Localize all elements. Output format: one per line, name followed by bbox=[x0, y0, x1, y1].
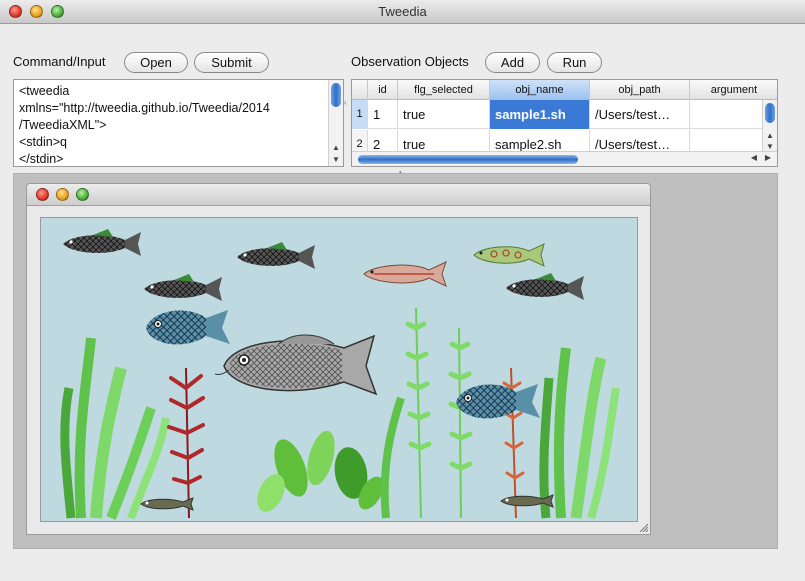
catfish-icon bbox=[140, 497, 194, 511]
table-header: id flg_selected obj_name obj_path argume… bbox=[352, 80, 777, 100]
dark-fish-icon bbox=[237, 242, 315, 269]
column-header-id[interactable]: id bbox=[368, 80, 398, 100]
green-plant-icon bbox=[257, 430, 384, 512]
dark-fish-icon bbox=[506, 273, 584, 300]
scroll-thumb[interactable] bbox=[358, 155, 578, 164]
title-bar: Tweedia bbox=[0, 0, 805, 24]
cell-obj-path[interactable]: /Users/test… bbox=[590, 100, 690, 129]
carp-icon bbox=[214, 334, 378, 396]
scroll-thumb[interactable] bbox=[765, 103, 775, 123]
text-line: <tweedia bbox=[19, 84, 70, 98]
scroll-down-icon[interactable]: ▼ bbox=[329, 155, 343, 164]
scroll-up-icon[interactable]: ▲ bbox=[329, 143, 343, 152]
green-plant-icon bbox=[380, 307, 473, 519]
cell-flg-selected[interactable]: true bbox=[398, 100, 490, 129]
table-row[interactable]: 1 1 true sample1.sh /Users/test… bbox=[352, 100, 777, 129]
pink-fish-icon bbox=[363, 261, 447, 287]
blue-fish-icon bbox=[146, 310, 230, 345]
red-plant-icon bbox=[167, 367, 205, 519]
green-plant-icon bbox=[539, 347, 620, 520]
aquarium-scene bbox=[60, 229, 620, 520]
submit-button[interactable]: Submit bbox=[194, 52, 269, 73]
blue-fish-icon bbox=[456, 384, 540, 419]
column-header-argument[interactable]: argument bbox=[690, 80, 777, 100]
minimize-icon[interactable] bbox=[56, 188, 69, 201]
splitter-handle-icon[interactable]: ‹ bbox=[344, 98, 347, 107]
text-line: <stdin>q bbox=[19, 135, 67, 149]
green-plant-icon bbox=[60, 337, 170, 520]
cell-obj-name[interactable]: sample1.sh bbox=[490, 100, 590, 129]
scroll-left-icon[interactable]: ◀ bbox=[751, 153, 757, 162]
dark-fish-icon bbox=[63, 229, 141, 256]
row-number: 1 bbox=[352, 100, 368, 129]
text-line: </stdin> bbox=[19, 152, 64, 166]
run-button[interactable]: Run bbox=[547, 52, 602, 73]
table-horizontal-scrollbar[interactable]: ◀ ▶ bbox=[352, 151, 777, 166]
textarea-scrollbar[interactable]: ▲ ▼ bbox=[328, 80, 343, 166]
green-fish-icon bbox=[473, 243, 545, 267]
observation-table[interactable]: id flg_selected obj_name obj_path argume… bbox=[351, 79, 778, 167]
scroll-up-icon[interactable]: ▲ bbox=[763, 131, 777, 140]
column-header-obj-name[interactable]: obj_name bbox=[490, 80, 590, 100]
scroll-thumb[interactable] bbox=[331, 83, 341, 107]
zoom-icon[interactable] bbox=[76, 188, 89, 201]
aquarium-window bbox=[26, 183, 651, 535]
scroll-down-icon[interactable]: ▼ bbox=[763, 142, 777, 151]
aquarium-tank bbox=[40, 217, 638, 522]
add-button[interactable]: Add bbox=[485, 52, 540, 73]
text-line: xmlns="http://tweedia.github.io/Tweedia/… bbox=[19, 101, 270, 115]
column-header-rownum[interactable] bbox=[352, 80, 368, 100]
open-button[interactable]: Open bbox=[124, 52, 188, 73]
table-vertical-scrollbar[interactable]: ▲ ▼ bbox=[762, 100, 777, 153]
dark-fish-icon bbox=[144, 274, 222, 301]
cell-argument[interactable] bbox=[690, 100, 764, 129]
scroll-right-icon[interactable]: ▶ bbox=[765, 153, 771, 162]
command-input-label: Command/Input bbox=[13, 54, 106, 69]
column-header-obj-path[interactable]: obj_path bbox=[590, 80, 690, 100]
window-title: Tweedia bbox=[378, 4, 427, 19]
text-line: /TweediaXML"> bbox=[19, 118, 107, 132]
close-icon[interactable] bbox=[36, 188, 49, 201]
aquarium-title-bar[interactable] bbox=[27, 184, 650, 206]
command-textarea[interactable]: <tweedia xmlns="http://tweedia.github.io… bbox=[13, 79, 344, 167]
column-header-flg-selected[interactable]: flg_selected bbox=[398, 80, 490, 100]
observation-objects-label: Observation Objects bbox=[351, 54, 469, 69]
resize-grip-icon[interactable] bbox=[638, 522, 648, 532]
cell-id[interactable]: 1 bbox=[368, 100, 398, 129]
